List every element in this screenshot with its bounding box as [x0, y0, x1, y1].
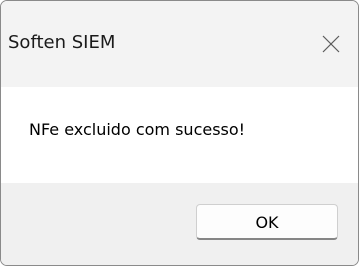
- dialog-content: NFe excluido com sucesso!: [1, 87, 358, 183]
- close-icon: [322, 35, 340, 53]
- message-text: NFe excluido com sucesso!: [29, 120, 246, 139]
- close-button[interactable]: [312, 25, 350, 63]
- ok-button[interactable]: OK: [196, 204, 338, 240]
- window-title: Soften SIEM: [8, 32, 116, 53]
- dialog-footer: OK: [1, 183, 358, 265]
- title-bar: Soften SIEM: [1, 1, 358, 87]
- message-dialog: Soften SIEM NFe excluido com sucesso! OK: [0, 0, 359, 266]
